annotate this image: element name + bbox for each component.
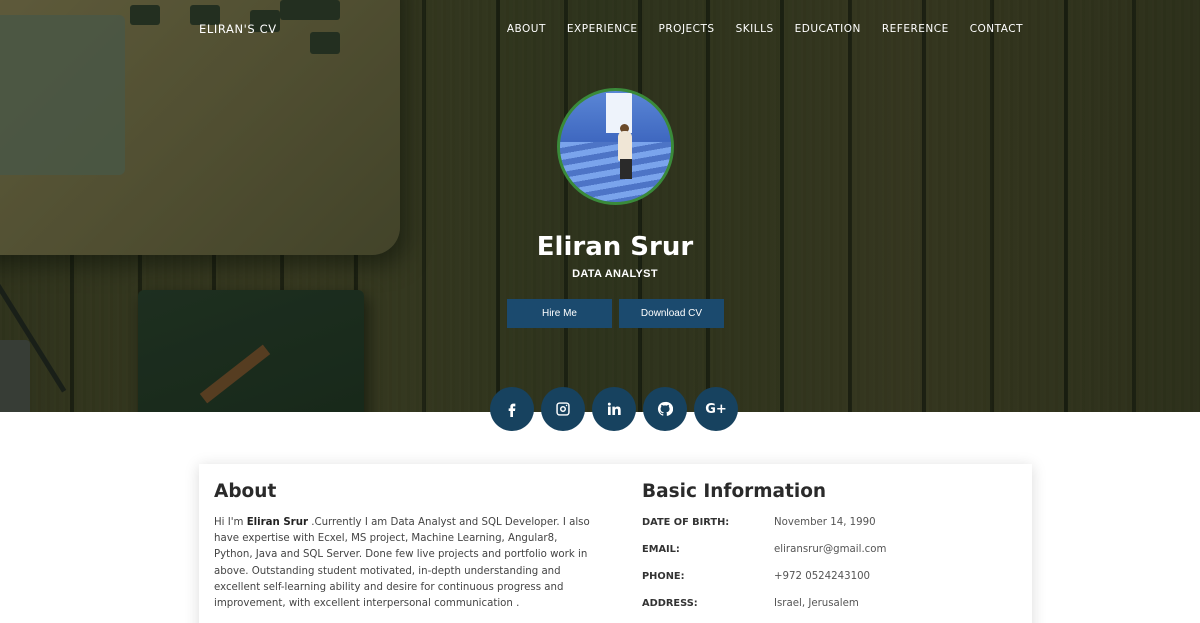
info-value: +972 0524243100 xyxy=(774,571,871,582)
about-body: .Currently I am Data Analyst and SQL Dev… xyxy=(214,517,590,610)
nav-reference[interactable]: REFERENCE xyxy=(882,23,949,35)
linkedin-icon xyxy=(607,402,621,415)
hero-overlay xyxy=(0,0,1200,412)
google-plus-button[interactable]: G+ xyxy=(694,387,738,431)
info-value: Israel, Jerusalem xyxy=(774,598,859,609)
facebook-button[interactable] xyxy=(490,387,534,431)
info-row-dob: DATE OF BIRTH: November 14, 1990 xyxy=(642,517,876,528)
info-row-phone: PHONE: +972 0524243100 xyxy=(642,571,870,582)
nav-education[interactable]: EDUCATION xyxy=(795,23,861,35)
download-cv-button[interactable]: Download CV xyxy=(619,299,724,328)
info-label: DATE OF BIRTH: xyxy=(642,517,730,528)
info-row-address: ADDRESS: Israel, Jerusalem xyxy=(642,598,859,609)
nav-experience[interactable]: EXPERIENCE xyxy=(567,23,638,35)
hire-me-button[interactable]: Hire Me xyxy=(507,299,612,328)
info-label: ADDRESS: xyxy=(642,598,698,609)
profile-name: Eliran Srur xyxy=(536,232,694,262)
facebook-icon xyxy=(508,403,516,417)
about-intro: Hi I'm xyxy=(214,517,247,528)
instagram-button[interactable] xyxy=(541,387,585,431)
basic-info-heading: Basic Information xyxy=(642,481,827,502)
info-row-email: EMAIL: eliransrur@gmail.com xyxy=(642,544,886,555)
photo-person xyxy=(618,131,632,161)
social-links: G+ xyxy=(490,387,738,431)
info-value: eliransrur@gmail.com xyxy=(774,544,887,555)
brand-logo[interactable]: ELIRAN'S CV xyxy=(199,22,277,36)
about-paragraph: Hi I'm Eliran Srur .Currently I am Data … xyxy=(214,515,594,612)
google-plus-icon: G+ xyxy=(705,401,727,417)
photo-stairs xyxy=(560,142,671,202)
github-button[interactable] xyxy=(643,387,687,431)
info-value: November 14, 1990 xyxy=(774,517,876,528)
profile-title: DATA ANALYST xyxy=(572,268,658,280)
nav-skills[interactable]: SKILLS xyxy=(736,23,774,35)
linkedin-button[interactable] xyxy=(592,387,636,431)
profile-avatar xyxy=(557,88,674,205)
nav-contact[interactable]: CONTACT xyxy=(970,23,1023,35)
about-card: About Hi I'm Eliran Srur .Currently I am… xyxy=(199,464,1032,623)
info-label: EMAIL: xyxy=(642,544,680,555)
instagram-icon xyxy=(556,402,570,416)
photo-person-legs xyxy=(620,159,632,179)
nav-projects[interactable]: PROJECTS xyxy=(659,23,715,35)
hero-section: ELIRAN'S CV ABOUT EXPERIENCE PROJECTS SK… xyxy=(0,0,1200,412)
about-name: Eliran Srur xyxy=(246,517,308,528)
info-label: PHONE: xyxy=(642,571,685,582)
nav-about[interactable]: ABOUT xyxy=(507,23,546,35)
main-nav: ABOUT EXPERIENCE PROJECTS SKILLS EDUCATI… xyxy=(507,23,1023,35)
about-heading: About xyxy=(214,481,277,502)
github-icon xyxy=(657,401,673,416)
